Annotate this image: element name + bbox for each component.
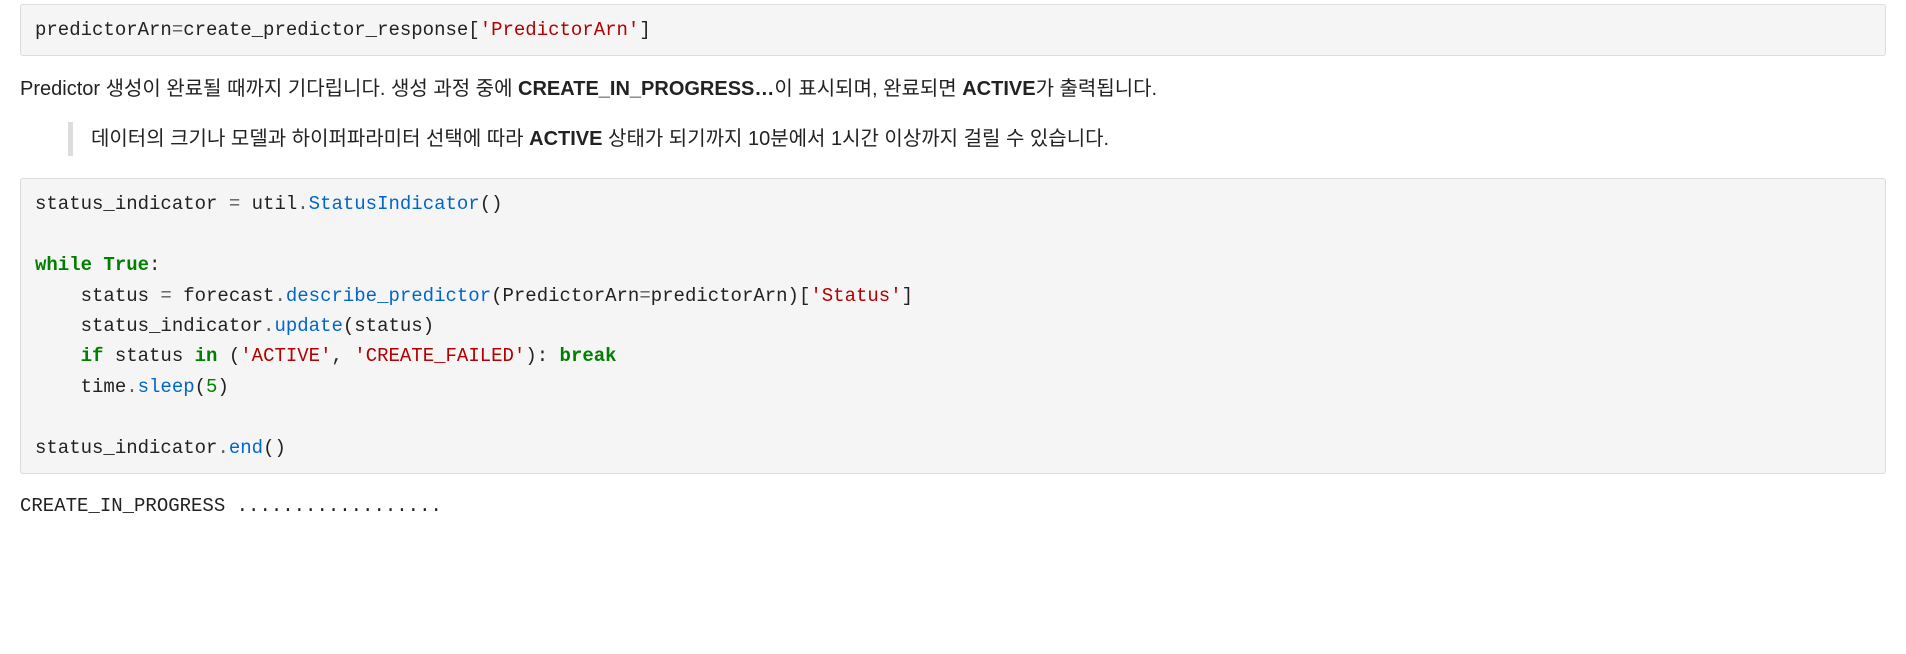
text-bold: ACTIVE bbox=[529, 128, 602, 150]
cell-output: CREATE_IN_PROGRESS .................. bbox=[20, 492, 1886, 521]
code-token: time bbox=[35, 376, 126, 398]
code-token bbox=[92, 254, 103, 276]
code-token: ] bbox=[639, 19, 650, 41]
code-token: status_indicator bbox=[35, 315, 263, 337]
code-token: sleep bbox=[138, 376, 195, 398]
code-token: describe_predictor bbox=[286, 285, 491, 307]
text: Predictor 생성이 완료될 때까지 기다립니다. 생성 과정 중에 bbox=[20, 78, 518, 100]
code-token: status bbox=[35, 285, 160, 307]
code-token: update bbox=[274, 315, 342, 337]
code-token: while bbox=[35, 254, 92, 276]
code-token: = bbox=[172, 19, 183, 41]
code-token: , bbox=[331, 345, 354, 367]
code-token: 'Status' bbox=[810, 285, 901, 307]
code-token: predictorArn bbox=[35, 19, 172, 41]
code-token: (PredictorArn bbox=[491, 285, 639, 307]
code-token: break bbox=[560, 345, 617, 367]
code-token: create_predictor_response[ bbox=[183, 19, 479, 41]
code-token: . bbox=[217, 437, 228, 459]
code-token: ( bbox=[195, 376, 206, 398]
code-token: in bbox=[195, 345, 218, 367]
code-token: 'CREATE_FAILED' bbox=[354, 345, 525, 367]
code-token: = bbox=[160, 285, 171, 307]
code-token: ( bbox=[217, 345, 240, 367]
text: 이 표시되며, 완료되면 bbox=[774, 78, 962, 100]
code-cell-2: status_indicator = util.StatusIndicator(… bbox=[20, 178, 1886, 474]
code-token: 'ACTIVE' bbox=[240, 345, 331, 367]
code-token bbox=[35, 345, 81, 367]
code-token: . bbox=[297, 193, 308, 215]
markdown-paragraph: Predictor 생성이 완료될 때까지 기다립니다. 생성 과정 중에 CR… bbox=[20, 74, 1886, 104]
text: 상태가 되기까지 10분에서 1시간 이상까지 걸릴 수 있습니다. bbox=[602, 128, 1109, 150]
code-token: () bbox=[263, 437, 286, 459]
code-token: 5 bbox=[206, 376, 217, 398]
code-token: status_indicator bbox=[35, 193, 229, 215]
text: 가 출력됩니다. bbox=[1036, 78, 1158, 100]
code-token: util bbox=[240, 193, 297, 215]
code-token: (status) bbox=[343, 315, 434, 337]
code-token: ] bbox=[902, 285, 913, 307]
code-token: forecast bbox=[172, 285, 275, 307]
code-token: if bbox=[81, 345, 104, 367]
code-token: ) bbox=[217, 376, 228, 398]
code-token: 'PredictorArn' bbox=[480, 19, 640, 41]
blockquote-text: 데이터의 크기나 모델과 하이퍼파라미터 선택에 따라 ACTIVE 상태가 되… bbox=[91, 124, 1886, 154]
code-token: predictorArn)[ bbox=[651, 285, 811, 307]
code-token: status_indicator bbox=[35, 437, 217, 459]
code-token: : bbox=[149, 254, 160, 276]
notebook-content: predictorArn=create_predictor_response['… bbox=[0, 0, 1906, 540]
code-cell-1: predictorArn=create_predictor_response['… bbox=[20, 4, 1886, 56]
code-token: = bbox=[229, 193, 240, 215]
code-token: ): bbox=[525, 345, 559, 367]
markdown-blockquote: 데이터의 크기나 모델과 하이퍼파라미터 선택에 따라 ACTIVE 상태가 되… bbox=[68, 122, 1886, 156]
code-token: status bbox=[103, 345, 194, 367]
code-token: . bbox=[263, 315, 274, 337]
code-token: True bbox=[103, 254, 149, 276]
code-token: . bbox=[126, 376, 137, 398]
code-token: . bbox=[274, 285, 285, 307]
text-bold: ACTIVE bbox=[962, 78, 1035, 100]
text-bold: CREATE_IN_PROGRESS… bbox=[518, 78, 774, 100]
text: 데이터의 크기나 모델과 하이퍼파라미터 선택에 따라 bbox=[91, 128, 529, 150]
code-token: () bbox=[480, 193, 503, 215]
code-token: = bbox=[639, 285, 650, 307]
code-token: StatusIndicator bbox=[309, 193, 480, 215]
code-token: end bbox=[229, 437, 263, 459]
